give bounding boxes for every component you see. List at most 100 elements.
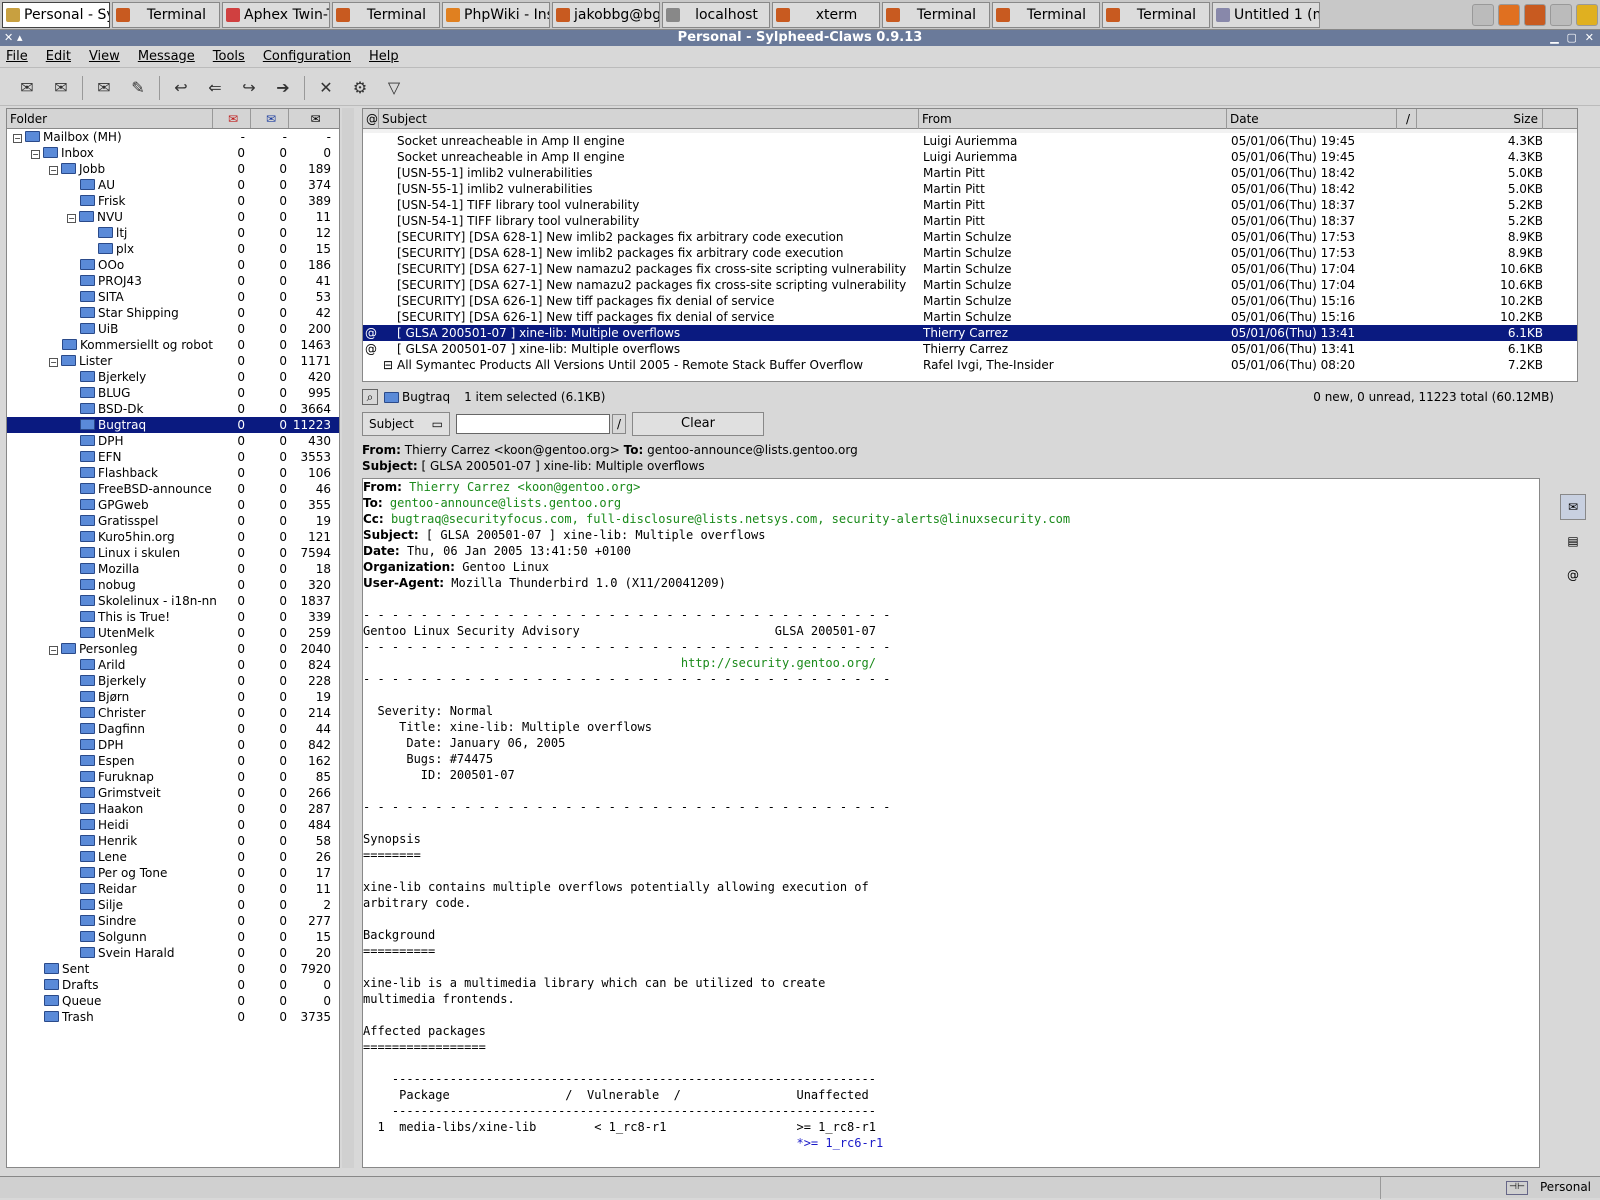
message-view[interactable]: From: Thierry Carrez <koon@gentoo.org> To… <box>362 478 1540 1168</box>
folder-row[interactable]: Haakon 0 0 287 <box>7 801 339 817</box>
folder-row[interactable]: − Jobb 0 0 189 <box>7 161 339 177</box>
menu-file[interactable]: File <box>6 49 28 64</box>
window-controls[interactable]: ▁ ▢ ✕ <box>1550 30 1596 46</box>
menu-help[interactable]: Help <box>369 49 399 64</box>
body-link[interactable]: http://security.gentoo.org/ <box>363 655 1539 671</box>
source-view-icon[interactable]: ▤ <box>1564 534 1582 554</box>
folder-row[interactable]: Christer 0 0 214 <box>7 705 339 721</box>
folder-row[interactable]: Bjerkely 0 0 420 <box>7 369 339 385</box>
folder-row[interactable]: Sent 0 0 7920 <box>7 961 339 977</box>
folder-row[interactable]: Bjørn 0 0 19 <box>7 689 339 705</box>
message-row[interactable]: Socket unreacheable in Amp II engine Luig… <box>363 149 1577 165</box>
header-value[interactable]: Thierry Carrez <koon@gentoo.org> <box>409 480 640 494</box>
taskbar-item[interactable]: Terminal <box>1102 1 1210 28</box>
message-row[interactable]: [SECURITY] [DSA 626-1] New tiff packages… <box>363 309 1577 325</box>
firefox-icon[interactable] <box>1498 3 1520 26</box>
folder-row[interactable]: SITA 0 0 53 <box>7 289 339 305</box>
from-column-header[interactable]: From <box>919 109 1227 129</box>
junk-button[interactable]: ⚙ <box>347 75 373 101</box>
folder-row[interactable]: Svein Harald 0 0 20 <box>7 945 339 961</box>
folder-row[interactable]: Frisk 0 0 389 <box>7 193 339 209</box>
taskbar-item[interactable]: Personal - Syl <box>2 1 110 28</box>
collapse-icon[interactable]: − <box>13 134 22 143</box>
clear-button[interactable]: Clear <box>632 412 764 436</box>
folder-row[interactable]: Dagfinn 0 0 44 <box>7 721 339 737</box>
folder-row[interactable]: Espen 0 0 162 <box>7 753 339 769</box>
collapse-icon[interactable]: − <box>49 166 58 175</box>
folder-row[interactable]: BLUG 0 0 995 <box>7 385 339 401</box>
delete-button[interactable]: ✕ <box>313 75 339 101</box>
user-icon[interactable] <box>1576 3 1598 26</box>
folder-row[interactable]: Star Shipping 0 0 42 <box>7 305 339 321</box>
folder-row[interactable]: Grimstveit 0 0 266 <box>7 785 339 801</box>
folder-row[interactable]: Gratisspel 0 0 19 <box>7 513 339 529</box>
folder-row[interactable]: This is True! 0 0 339 <box>7 609 339 625</box>
subject-column-header[interactable]: Subject <box>379 109 919 129</box>
collapse-icon[interactable]: − <box>49 646 58 655</box>
menu-edit[interactable]: Edit <box>46 49 71 64</box>
message-row[interactable]: [USN-55-1] imlib2 vulnerabilities Martin … <box>363 181 1577 197</box>
send-queued-button[interactable]: ✉ <box>91 75 117 101</box>
folder-row[interactable]: Per og Tone 0 0 17 <box>7 865 339 881</box>
folder-row[interactable]: − Personleg 0 0 2040 <box>7 641 339 657</box>
compose-button[interactable]: ✎ <box>125 75 151 101</box>
folder-row[interactable]: plx 0 0 15 <box>7 241 339 257</box>
taskbar-item[interactable]: Terminal <box>992 1 1100 28</box>
message-row[interactable]: [SECURITY] [DSA 628-1] New imlib2 packag… <box>363 245 1577 261</box>
folder-row[interactable]: Skolelinux - i18n-nn 0 0 1837 <box>7 593 339 609</box>
folder-row[interactable]: FreeBSD-announce 0 0 46 <box>7 481 339 497</box>
online-status-icon[interactable]: ⊣⊢ <box>1506 1181 1528 1195</box>
account-name[interactable]: Personal <box>1540 1180 1591 1194</box>
folder-row[interactable]: OOo 0 0 186 <box>7 257 339 273</box>
folder-row[interactable]: Flashback 0 0 106 <box>7 465 339 481</box>
taskbar-item[interactable]: Aphex Twin-Tal <box>222 1 330 28</box>
window-titlebar[interactable]: ✕ ▴ Personal - Sylpheed-Claws 0.9.13 ▁ ▢… <box>0 30 1600 46</box>
folder-row[interactable]: Henrik 0 0 58 <box>7 833 339 849</box>
folder-row[interactable]: − NVU 0 0 11 <box>7 209 339 225</box>
taskbar-item[interactable]: xterm <box>772 1 880 28</box>
folder-row[interactable]: DPH 0 0 842 <box>7 737 339 753</box>
folder-row[interactable]: Mozilla 0 0 18 <box>7 561 339 577</box>
pane-splitter[interactable] <box>342 108 354 1168</box>
folder-row[interactable]: Solgunn 0 0 15 <box>7 929 339 945</box>
folder-row[interactable]: Queue 0 0 0 <box>7 993 339 1009</box>
unread-count-header-icon[interactable]: ✉ <box>251 109 289 128</box>
search-input[interactable] <box>456 414 610 434</box>
folder-row[interactable]: DPH 0 0 430 <box>7 433 339 449</box>
folder-row[interactable]: Silje 0 0 2 <box>7 897 339 913</box>
folder-row[interactable]: Linux i skulen 0 0 7594 <box>7 545 339 561</box>
folder-row[interactable]: UiB 0 0 200 <box>7 321 339 337</box>
header-value[interactable]: gentoo-announce@lists.gentoo.org <box>390 496 621 510</box>
folder-row[interactable]: Lene 0 0 26 <box>7 849 339 865</box>
folder-row[interactable]: UtenMelk 0 0 259 <box>7 625 339 641</box>
message-row[interactable]: [SECURITY] [DSA 628-1] New imlib2 packag… <box>363 229 1577 245</box>
message-row[interactable]: [USN-54-1] TIFF library tool vulnerabili… <box>363 213 1577 229</box>
reply-button[interactable]: ↩ <box>168 75 194 101</box>
taskbar-item[interactable]: Terminal <box>112 1 220 28</box>
filter-button[interactable]: ▽ <box>381 75 407 101</box>
folder-row[interactable]: Trash 0 0 3735 <box>7 1009 339 1025</box>
folder-row[interactable]: Heidi 0 0 484 <box>7 817 339 833</box>
attachment-column-header[interactable]: @ <box>363 109 379 129</box>
taskbar-item[interactable]: Terminal <box>882 1 990 28</box>
search-toggle-icon[interactable]: ⌕ <box>362 389 378 405</box>
collapse-icon[interactable]: − <box>49 358 58 367</box>
folder-row[interactable]: AU 0 0 374 <box>7 177 339 193</box>
folder-row[interactable]: Kommersiellt og robot 0 0 1463 <box>7 337 339 353</box>
taskbar-item[interactable]: PhpWiki - Insta <box>442 1 550 28</box>
sylpheed-icon[interactable] <box>1524 3 1546 26</box>
folder-row[interactable]: EFN 0 0 3553 <box>7 449 339 465</box>
message-row[interactable]: All Symantec Products All Versions Until… <box>363 357 1577 373</box>
search-field-select[interactable]: Subject ▭ <box>362 412 450 436</box>
header-value[interactable]: bugtraq@securityfocus.com, full-disclosu… <box>391 512 1070 526</box>
folder-row[interactable]: Reidar 0 0 11 <box>7 881 339 897</box>
collapse-icon[interactable]: − <box>67 214 76 223</box>
get-all-mail-button[interactable]: ✉ <box>48 75 74 101</box>
message-row[interactable]: [USN-54-1] TIFF library tool vulnerabili… <box>363 197 1577 213</box>
attachment-icon[interactable]: @ <box>1564 568 1582 588</box>
text-view-icon[interactable]: ✉ <box>1560 494 1586 520</box>
taskbar-item[interactable]: jakobbg@bgn <box>552 1 660 28</box>
folder-row[interactable]: ltj 0 0 12 <box>7 225 339 241</box>
folder-row[interactable]: nobug 0 0 320 <box>7 577 339 593</box>
message-row[interactable]: [SECURITY] [DSA 627-1] New namazu2 packa… <box>363 277 1577 293</box>
